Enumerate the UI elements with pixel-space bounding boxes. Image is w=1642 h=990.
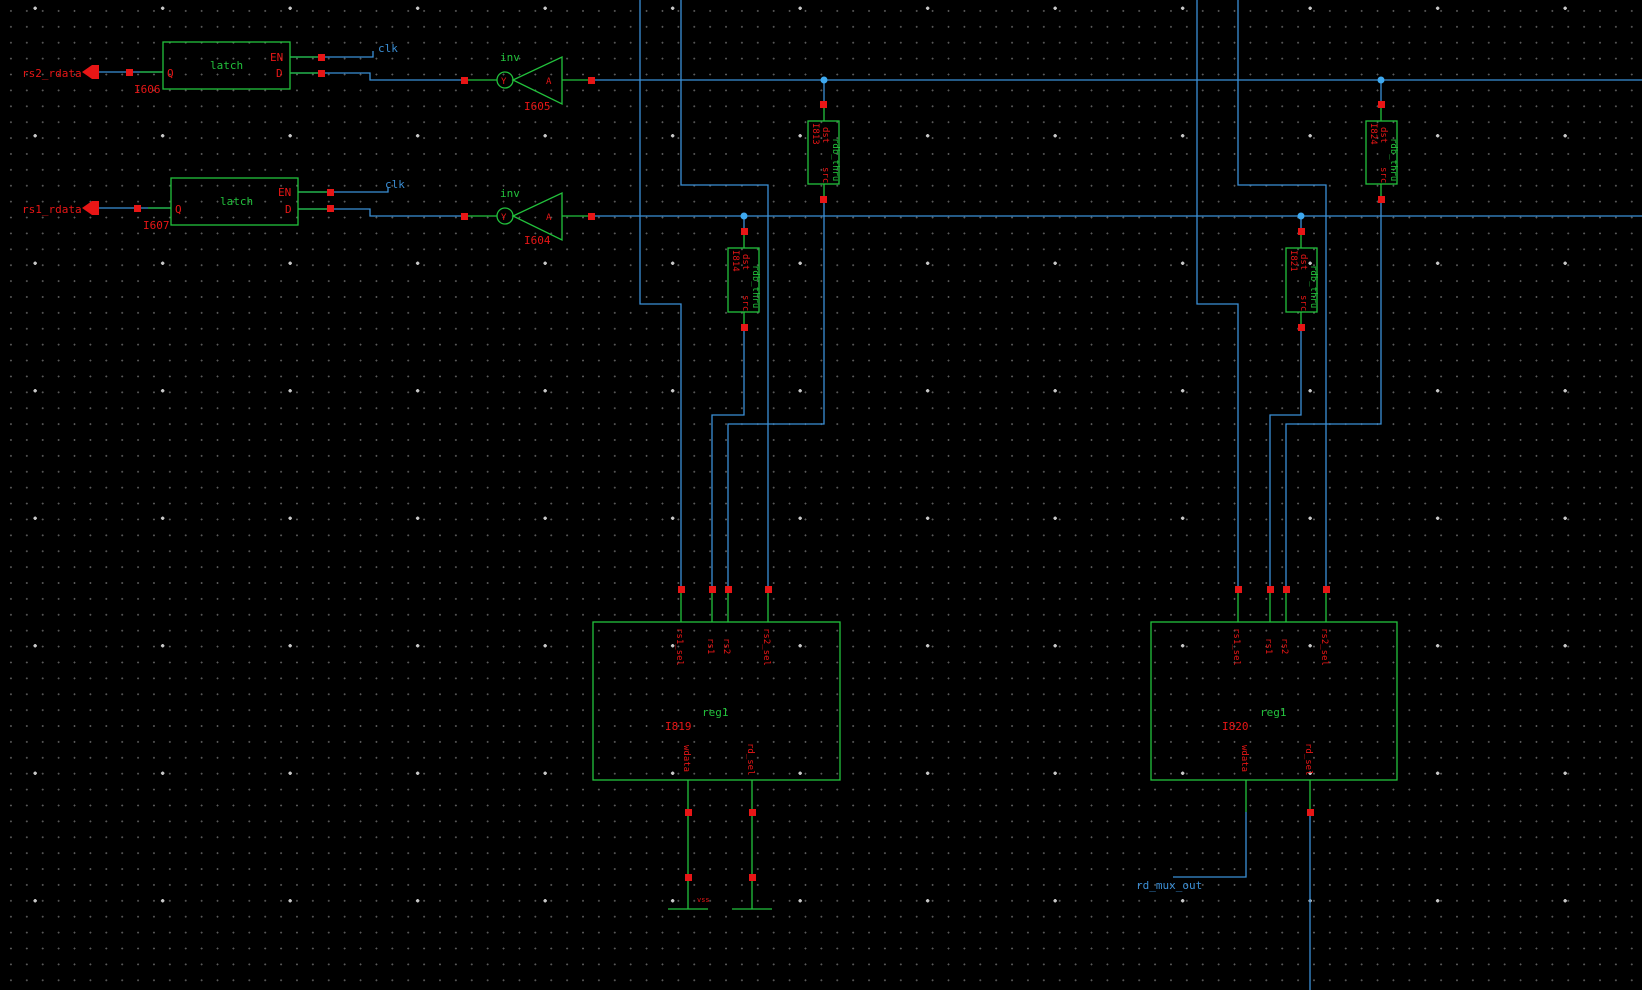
inverter-I605-instance-id: I605 (524, 100, 551, 113)
inverter-I605[interactable]: inv Y A I605 (496, 51, 563, 113)
net-label-rs1-rdata: rs1_rdata (22, 203, 82, 216)
latch-I607-pin-en: EN (278, 186, 291, 199)
thru-cell-I813-instance-id: I813 (810, 123, 820, 145)
latch-I607-pin-q: Q (175, 203, 182, 216)
register-I819-instance-id: I819 (665, 720, 692, 733)
inverter-I605-pin-y: Y (501, 77, 507, 87)
thru-cell-I824-pin-src: src (1378, 167, 1388, 183)
thru-cell-I821-cell-label: rdb_thru (1308, 265, 1318, 308)
register-I820-pin-rd-sel: rd_sel (1303, 743, 1313, 776)
thru-cell-I821-pin-dst: dst (1298, 254, 1308, 270)
net-latch-d-top-wire[interactable] (290, 72, 467, 81)
register-I820-body (1150, 621, 1398, 781)
latch-I607-pin-d: D (285, 203, 292, 216)
thru-cell-I821[interactable]: I821 dst src rdb_thru (1285, 232, 1318, 328)
thru-cell-I813-cell-label: rdb_thru (830, 138, 840, 181)
latch-I606-pin-d: D (276, 67, 283, 80)
register-I820-instance-id: I820 (1222, 720, 1249, 733)
latch-I606-cell-label: latch (210, 59, 243, 72)
thru-cell-I813[interactable]: I813 dst src rdb_thru (807, 105, 840, 200)
register-I820[interactable]: rs1_sel rs1 rs2 rs2_sel reg1 I820 wdata … (1150, 621, 1398, 781)
output-port-rs1-rdata[interactable]: rs1_rdata (22, 201, 99, 216)
vss-label: vss (697, 896, 710, 904)
inverter-I604-cell-label: inv (500, 187, 520, 200)
thru-cell-I814-instance-id: I814 (730, 250, 740, 272)
register-I819-body (592, 621, 841, 781)
thru-cell-I824-pin-dst: dst (1378, 127, 1388, 143)
thru-cell-I813-pin-dst: dst (820, 127, 830, 143)
thru-cell-I821-pin-src: src (1298, 295, 1308, 311)
register-I819-pin-rd-sel: rd_sel (745, 743, 755, 776)
thru-cell-I824[interactable]: I824 dst src rdb_thru (1365, 105, 1398, 200)
register-I820-pin-rs1-sel: rs1_sel (1231, 628, 1241, 666)
latch-I607-instance-id: I607 (143, 219, 170, 232)
net-label-rs2-rdata: rs2_rdata (22, 67, 82, 80)
output-port-rs2-rdata[interactable]: rs2_rdata (22, 65, 99, 80)
thru-cell-I814-cell-label: rdb_thru (750, 265, 760, 308)
inverter-I604-triangle (511, 191, 563, 242)
register-I819-cell-label: reg1 (702, 706, 729, 719)
net-label-rd-mux-out[interactable]: rd_mux_out (1136, 879, 1202, 892)
register-I819-pin-rs1: rs1 (705, 638, 715, 654)
latch-I606-pin-en: EN (270, 51, 283, 64)
net-latch-d-bottom-wire[interactable] (298, 208, 467, 217)
inverter-I604-instance-id: I604 (524, 234, 551, 247)
inverter-I605-triangle (511, 55, 563, 106)
register-I819-pin-rs2: rs2 (721, 638, 731, 654)
net-clk-bottom-wire[interactable] (298, 187, 389, 193)
thru-cell-I824-instance-id: I824 (1368, 123, 1378, 145)
inverter-I605-cell-label: inv (500, 51, 520, 64)
thru-cell-I814-pin-src: src (740, 295, 750, 311)
output-pin-arrow-icon (82, 65, 99, 79)
register-I819-pin-rs1-sel: rs1_sel (674, 628, 684, 666)
thru-cell-I814[interactable]: I814 dst src rdb_thru (727, 232, 760, 328)
wires (90, 0, 1642, 990)
ground-symbol-rd-sel (732, 878, 772, 910)
net-clk-top-wire[interactable] (290, 51, 374, 58)
latch-I607[interactable]: latch EN D Q I607 (143, 177, 299, 232)
register-I820-pin-rs2: rs2 (1279, 638, 1289, 654)
inverter-I605-pin-a: A (546, 77, 552, 87)
register-I820-pin-rs1: rs1 (1263, 638, 1273, 654)
register-I820-cell-label: reg1 (1260, 706, 1287, 719)
schematic-drawing[interactable]: latch EN D Q I606 latch EN D Q I607 inv … (0, 0, 1642, 990)
net-label-clk-top[interactable]: clk (378, 42, 398, 55)
register-I820-pin-rs2-sel: rs2_sel (1319, 628, 1329, 666)
net-rd-mux-out-wire[interactable] (1173, 812, 1247, 878)
register-I819[interactable]: rs1_sel rs1 rs2 rs2_sel reg1 I819 wdata … (592, 621, 841, 781)
latch-I606-instance-id: I606 (134, 83, 161, 96)
inverter-I604-pin-a: A (546, 213, 552, 223)
thru-cell-I824-cell-label: rdb_thru (1388, 138, 1398, 181)
register-I819-pin-rs2-sel: rs2_sel (761, 628, 771, 666)
inverter-I604-pin-y: Y (501, 213, 507, 223)
wire-rs1-sel-right (1196, 0, 1239, 590)
latch-I606-pin-q: Q (167, 67, 174, 80)
wire-rs1-sel-left (639, 0, 682, 590)
net-label-clk-bottom[interactable]: clk (385, 178, 405, 191)
thru-cell-I813-pin-src: src (820, 167, 830, 183)
thru-cell-I814-pin-dst: dst (740, 254, 750, 270)
output-pin-arrow-icon (82, 201, 99, 215)
register-I819-pin-wdata: wdata (681, 745, 691, 772)
pin-stubs (140, 56, 1327, 878)
latch-I606[interactable]: latch EN D Q I606 (134, 41, 291, 96)
latch-I607-cell-label: latch (220, 195, 253, 208)
register-I820-pin-wdata: wdata (1239, 745, 1249, 772)
thru-cell-I821-instance-id: I821 (1288, 250, 1298, 272)
inverter-I604[interactable]: inv Y A I604 (496, 187, 563, 247)
vss-symbol-wdata: vss (668, 878, 710, 910)
